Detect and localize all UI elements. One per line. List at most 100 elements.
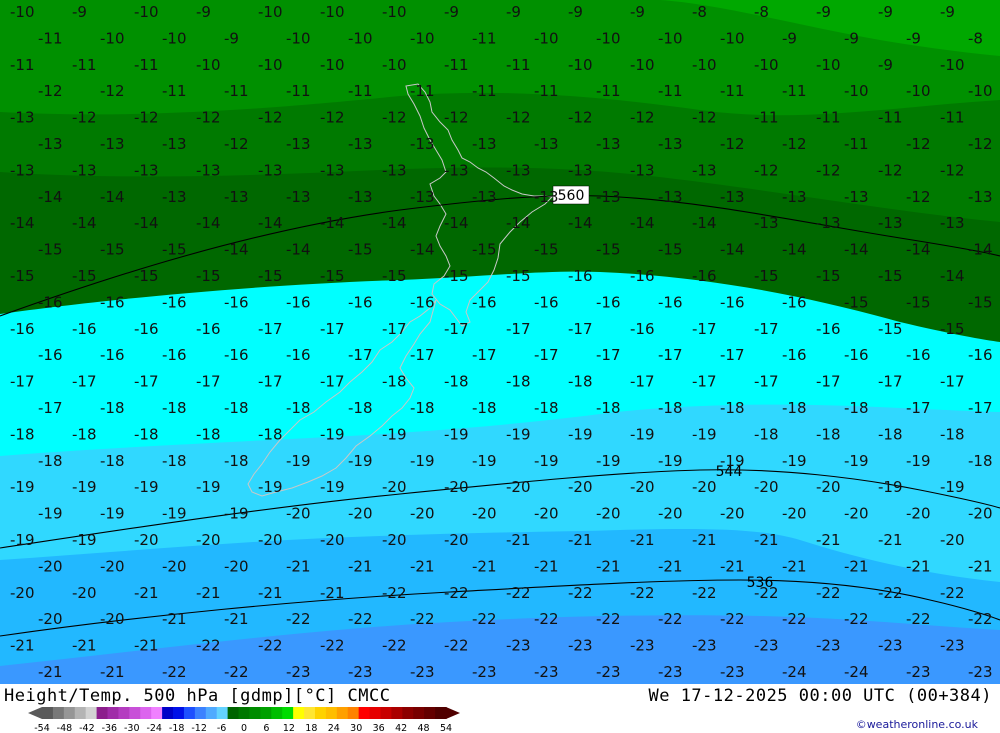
- temp-label: -17: [38, 399, 63, 417]
- temp-label: -13: [348, 188, 373, 206]
- temp-label: -22: [630, 584, 655, 602]
- temp-label: -10: [816, 56, 841, 74]
- temp-label: -19: [320, 478, 345, 496]
- temp-label: -9: [196, 3, 211, 21]
- temp-label: -21: [320, 584, 345, 602]
- temp-label: -16: [534, 293, 559, 311]
- temp-label: -17: [658, 346, 683, 364]
- temp-label: -16: [658, 293, 683, 311]
- temp-label: -19: [320, 425, 345, 443]
- temp-label: -21: [754, 531, 779, 549]
- temp-label: -17: [692, 320, 717, 338]
- temp-label: -22: [444, 584, 469, 602]
- temp-label: -15: [196, 267, 221, 285]
- temp-label: -16: [100, 293, 125, 311]
- temp-label: -23: [286, 663, 311, 681]
- temp-label: -14: [38, 188, 63, 206]
- map-footer: Height/Temp. 500 hPa [gdmp][°C] CMCC We …: [0, 684, 1000, 733]
- temp-label: -20: [410, 505, 435, 523]
- temp-label: -12: [754, 161, 779, 179]
- temp-label: -19: [720, 452, 745, 470]
- temp-label: -19: [506, 425, 531, 443]
- scale-swatch: [347, 707, 360, 719]
- temp-label: -20: [72, 584, 97, 602]
- temp-label: -13: [10, 161, 35, 179]
- temp-label: -21: [258, 584, 283, 602]
- temp-label: -11: [472, 29, 497, 47]
- temp-label: -18: [754, 425, 779, 443]
- temp-label: -12: [382, 109, 407, 127]
- temp-label: -12: [878, 161, 903, 179]
- temp-label: -15: [968, 293, 993, 311]
- temp-label: -16: [630, 267, 655, 285]
- temp-label: -18: [258, 425, 283, 443]
- temp-label: -20: [720, 505, 745, 523]
- temp-label: -19: [568, 425, 593, 443]
- temp-label: -17: [196, 373, 221, 391]
- temp-label: -17: [348, 346, 373, 364]
- temp-label: -18: [410, 399, 435, 417]
- temp-label: -21: [10, 637, 35, 655]
- temp-label: -20: [906, 505, 931, 523]
- temp-label: -13: [382, 161, 407, 179]
- temp-label: -9: [940, 3, 955, 21]
- temp-label: -22: [754, 584, 779, 602]
- temp-label: -13: [224, 188, 249, 206]
- temp-label: -17: [72, 373, 97, 391]
- temp-label: -9: [72, 3, 87, 21]
- scale-swatch: [369, 707, 382, 719]
- temp-label: -23: [816, 637, 841, 655]
- scale-swatch: [336, 707, 349, 719]
- temp-label: -18: [286, 399, 311, 417]
- temp-label: -18: [162, 399, 187, 417]
- temp-label: -20: [162, 557, 187, 575]
- temp-label: -19: [940, 478, 965, 496]
- temp-label: -14: [410, 241, 435, 259]
- temp-label: -11: [348, 82, 373, 100]
- temp-label: -23: [410, 663, 435, 681]
- temp-label: -18: [720, 399, 745, 417]
- temp-label: -17: [568, 320, 593, 338]
- temp-label: -11: [720, 82, 745, 100]
- temp-label: -22: [720, 610, 745, 628]
- temp-label: -21: [568, 531, 593, 549]
- temp-label: -16: [100, 346, 125, 364]
- temp-label: -15: [162, 241, 187, 259]
- temp-label: -13: [968, 188, 993, 206]
- temp-label: -11: [878, 109, 903, 127]
- scale-label: 0: [241, 723, 247, 733]
- temp-label: -15: [940, 320, 965, 338]
- temp-label: -20: [258, 531, 283, 549]
- temp-label: -13: [534, 188, 559, 206]
- temp-label: -12: [38, 82, 63, 100]
- temp-label: -16: [906, 346, 931, 364]
- temp-label: -15: [906, 293, 931, 311]
- temp-label: -17: [816, 373, 841, 391]
- temp-label: -10: [720, 29, 745, 47]
- temp-label: -20: [968, 505, 993, 523]
- scale-swatch: [216, 707, 229, 719]
- scale-swatch: [358, 707, 371, 719]
- temp-label: -17: [258, 320, 283, 338]
- temp-label: -17: [472, 346, 497, 364]
- temp-label: -19: [10, 531, 35, 549]
- temp-label: -17: [320, 320, 345, 338]
- temp-label: -20: [286, 505, 311, 523]
- temp-label: -15: [320, 267, 345, 285]
- temp-label: -16: [286, 293, 311, 311]
- scale-swatch: [325, 707, 338, 719]
- temp-label: -22: [816, 584, 841, 602]
- temp-label: -13: [286, 188, 311, 206]
- temp-label: -22: [940, 584, 965, 602]
- temp-label: -16: [720, 293, 745, 311]
- temp-label: -17: [878, 373, 903, 391]
- temp-label: -20: [506, 478, 531, 496]
- temp-label: -13: [658, 188, 683, 206]
- temp-label: -21: [134, 637, 159, 655]
- scale-label: 24: [328, 723, 340, 733]
- scale-swatch: [85, 707, 98, 719]
- temp-label: -20: [348, 505, 373, 523]
- temp-label: -23: [968, 663, 993, 681]
- temp-label: -21: [968, 557, 993, 575]
- scale-arrow-left: [28, 707, 42, 719]
